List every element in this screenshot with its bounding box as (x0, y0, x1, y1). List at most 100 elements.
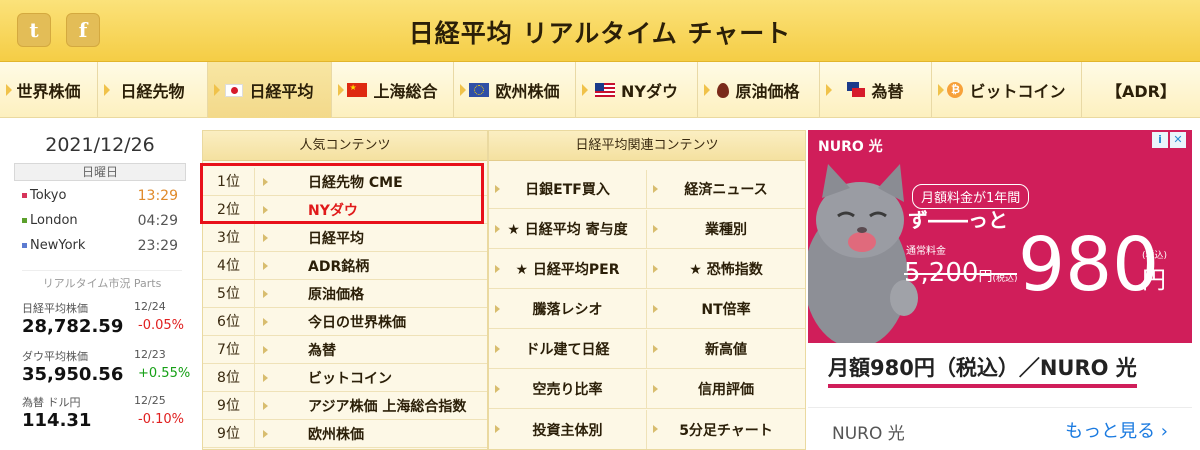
related-link-label: NT倍率 (701, 302, 751, 318)
rank-number: 9位 (203, 391, 255, 420)
related-link[interactable]: 5分足チャート (647, 410, 805, 449)
city-row-tokyo: Tokyo 13:29 (22, 188, 188, 208)
arrow-icon (495, 345, 500, 353)
related-link[interactable]: ドル建て日経 (489, 330, 647, 369)
bitcoin-icon: ₿ (947, 82, 964, 98)
ad-price: 980 (1018, 222, 1160, 308)
related-link[interactable]: 経済ニュース (647, 170, 805, 209)
related-link[interactable]: ★ 恐怖指数 (647, 250, 805, 289)
ranking-item[interactable]: 6位 今日の世界株価 (203, 307, 487, 336)
quote-name: 日経平均株価 (22, 302, 88, 315)
parts-label: リアルタイム市況 Parts (22, 270, 182, 291)
city-row-newyork: NewYork 23:29 (22, 238, 188, 258)
nav-item-nikkei-average[interactable]: 日経平均 (208, 62, 332, 118)
advertisement[interactable]: NURO 光 i ✕ 月額料金が1年間 ず――っと 通常料金 5,200円(税込… (808, 130, 1192, 450)
nav-arrow-icon (6, 84, 12, 96)
arrow-icon (653, 305, 658, 313)
ad-banner-image[interactable]: NURO 光 i ✕ 月額料金が1年間 ず――っと 通常料金 5,200円(税込… (808, 130, 1192, 343)
arrow-icon (495, 265, 500, 273)
market-summary-panel: 2021/12/26 日曜日 Tokyo 13:29 London 04:29 … (8, 130, 192, 448)
rank-number: 9位 (203, 419, 255, 448)
related-link[interactable]: 新高値 (647, 330, 805, 369)
related-link-label: ★ 恐怖指数 (689, 262, 763, 278)
nav-item-label: 欧州株価 (495, 82, 560, 101)
nav-arrow-icon (826, 84, 832, 96)
nav-item-nikkei-futures[interactable]: 日経先物 (98, 62, 208, 118)
china-flag-icon: ★ (347, 83, 368, 97)
city-time: 13:29 (137, 188, 178, 204)
ad-headline-link[interactable]: 月額980円（税込）／NURO 光 (828, 352, 1137, 388)
nav-item-europe[interactable]: 欧州株価 (454, 62, 576, 118)
ad-more-link[interactable]: もっと見る › (1065, 417, 1168, 443)
related-link[interactable]: 投資主体別 (489, 410, 647, 449)
rank-label: 原油価格 (308, 286, 364, 303)
ad-info-icon[interactable]: i (1152, 132, 1168, 148)
quote-usdjpy[interactable]: 為替 ドル円 12/25 114.31 -0.10% (22, 394, 190, 438)
arrow-icon (653, 345, 658, 353)
ranking-item[interactable]: 9位 アジア株価 上海総合指数 (203, 391, 487, 420)
related-link-label: ドル建て日経 (525, 342, 610, 358)
quote-date: 12/25 (134, 394, 166, 407)
nav-item-world-stocks[interactable]: 世界株価 (0, 62, 98, 118)
related-link-label: 騰落レシオ (532, 302, 603, 318)
ad-price-yen: 円 (1142, 266, 1166, 294)
ad-regular-price: 5,200円(税込) (904, 258, 1018, 288)
ad-regular-price-yen: 円 (978, 269, 993, 285)
related-link[interactable]: ★ 日経平均PER (489, 250, 647, 289)
highlight-annotation-box (200, 163, 484, 224)
related-link[interactable]: 騰落レシオ (489, 290, 647, 329)
tokyo-marker-icon (22, 193, 27, 198)
city-time: 04:29 (137, 213, 178, 229)
nav-item-label: ビットコイン (969, 82, 1066, 101)
nav-item-adr[interactable]: 【ADR】 (1082, 62, 1200, 118)
ranking-item[interactable]: 8位 ビットコイン (203, 363, 487, 392)
rank-label: 為替 (308, 342, 336, 359)
quote-change: -0.10% (138, 412, 184, 427)
rank-number: 3位 (203, 223, 255, 252)
quote-name: 為替 ドル円 (22, 396, 81, 409)
main-nav: 世界株価 日経先物 日経平均 ★ 上海総合 欧州株価 NYダウ 原油価格 為替 … (0, 62, 1200, 118)
quote-nikkei[interactable]: 日経平均株価 12/24 28,782.59 -0.05% (22, 300, 190, 344)
related-link-label: ★ 日経平均PER (515, 262, 620, 278)
ad-choices: i ✕ (1152, 132, 1186, 148)
ranking-item[interactable]: 3位 日経平均 (203, 223, 487, 252)
nav-item-ny-dow[interactable]: NYダウ (576, 62, 698, 118)
rank-label: 日経平均 (308, 230, 364, 247)
nav-item-crude-oil[interactable]: 原油価格 (698, 62, 820, 118)
ranking-item[interactable]: 9位 欧州株価 (203, 419, 487, 448)
site-title[interactable]: 日経平均 リアルタイム チャート (0, 14, 1200, 50)
nav-arrow-icon (104, 84, 110, 96)
ad-close-icon[interactable]: ✕ (1170, 132, 1186, 148)
ad-tagline-emphasis: ず――っと (908, 208, 1008, 232)
quote-value: 114.31 (22, 410, 92, 431)
city-time: 23:29 (137, 238, 178, 254)
us-flag-icon (595, 83, 615, 97)
nav-item-shanghai[interactable]: ★ 上海総合 (332, 62, 454, 118)
arrow-icon (653, 265, 658, 273)
nav-arrow-icon (938, 84, 944, 96)
nav-item-bitcoin[interactable]: ₿ ビットコイン (932, 62, 1082, 118)
related-link-label: 経済ニュース (684, 182, 768, 198)
rank-number: 5位 (203, 279, 255, 308)
ranking-item[interactable]: 7位 為替 (203, 335, 487, 364)
related-link[interactable]: 日銀ETF買入 (489, 170, 647, 209)
oil-drop-icon (717, 82, 730, 98)
ad-regular-price-tax: (税込) (992, 274, 1018, 284)
nav-item-forex[interactable]: 為替 (820, 62, 932, 118)
ranking-item[interactable]: 5位 原油価格 (203, 279, 487, 308)
nav-item-label: 日経先物 (120, 82, 185, 101)
quote-date: 12/24 (134, 300, 166, 313)
related-link[interactable]: 空売り比率 (489, 370, 647, 409)
related-link[interactable]: NT倍率 (647, 290, 805, 329)
nav-arrow-icon (582, 84, 588, 96)
quote-dow[interactable]: ダウ平均株価 12/23 35,950.56 +0.55% (22, 348, 190, 392)
related-link[interactable]: ★ 日経平均 寄与度 (489, 210, 647, 249)
related-link[interactable]: 業種別 (647, 210, 805, 249)
rank-label: 今日の世界株価 (308, 314, 406, 331)
quote-value: 35,950.56 (22, 364, 124, 385)
ranking-item[interactable]: 4位 ADR銘柄 (203, 251, 487, 280)
quote-date: 12/23 (134, 348, 166, 361)
rank-number: 8位 (203, 363, 255, 392)
related-link[interactable]: 信用評価 (647, 370, 805, 409)
arrow-icon (495, 305, 500, 313)
